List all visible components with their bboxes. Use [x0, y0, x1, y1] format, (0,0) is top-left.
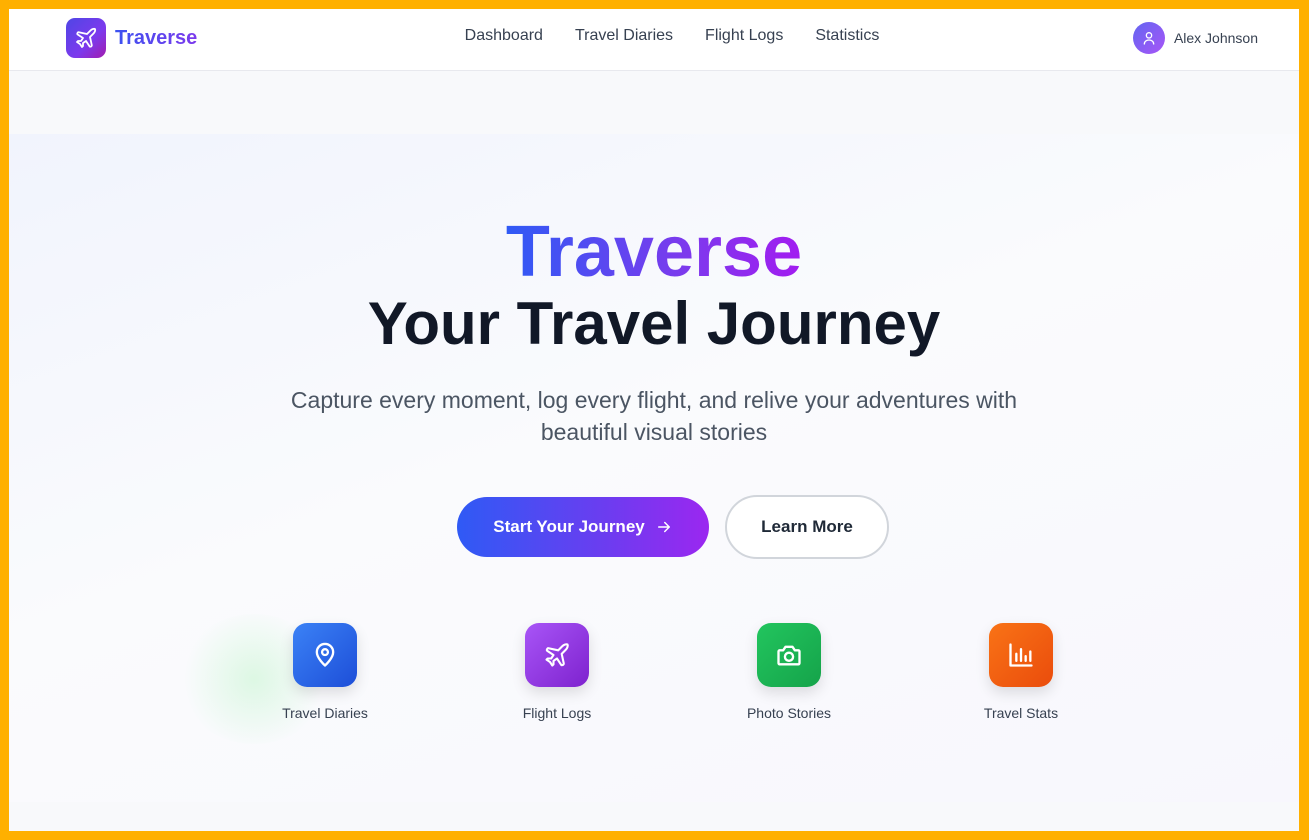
user-name: Alex Johnson: [1173, 30, 1258, 46]
plane-icon: [525, 623, 589, 687]
nav-statistics[interactable]: Statistics: [815, 27, 879, 45]
user-icon: [1143, 32, 1155, 45]
feature-flight-logs[interactable]: Flight Logs: [477, 623, 637, 721]
hero-headline: Your Travel Journey: [367, 290, 941, 357]
start-journey-label: Start Your Journey: [493, 517, 645, 536]
main-nav: Dashboard Travel Diaries Flight Logs Sta…: [9, 27, 1299, 45]
camera-icon: [757, 623, 821, 687]
feature-travel-diaries[interactable]: Travel Diaries: [245, 623, 405, 721]
hero-section: Traverse Your Travel Journey Capture eve…: [9, 134, 1299, 802]
map-pin-icon: [293, 623, 357, 687]
page-frame: Traverse Dashboard Travel Diaries Flight…: [9, 9, 1299, 831]
bar-chart-icon: [989, 623, 1053, 687]
nav-dashboard[interactable]: Dashboard: [465, 27, 543, 45]
user-menu[interactable]: Alex Johnson: [1132, 22, 1258, 54]
hero-subtitle: Capture every moment, log every flight, …: [290, 387, 1018, 445]
arrow-right-icon: [657, 521, 670, 533]
start-journey-button[interactable]: Start Your Journey: [457, 497, 709, 557]
feature-label: Flight Logs: [522, 705, 592, 721]
feature-photo-stories[interactable]: Photo Stories: [709, 623, 869, 721]
feature-label: Photo Stories: [746, 705, 832, 721]
feature-label: Travel Diaries: [282, 705, 368, 721]
feature-travel-stats[interactable]: Travel Stats: [941, 623, 1101, 721]
learn-more-button[interactable]: Learn More: [725, 495, 889, 559]
avatar[interactable]: [1132, 22, 1165, 54]
feature-label: Travel Stats: [983, 705, 1059, 721]
nav-travel-diaries[interactable]: Travel Diaries: [575, 27, 673, 45]
hero-brand-title: Traverse: [9, 216, 1299, 288]
nav-flight-logs[interactable]: Flight Logs: [705, 27, 783, 45]
hero-brand-text: Traverse: [505, 212, 803, 292]
top-header: Traverse Dashboard Travel Diaries Flight…: [9, 9, 1299, 71]
